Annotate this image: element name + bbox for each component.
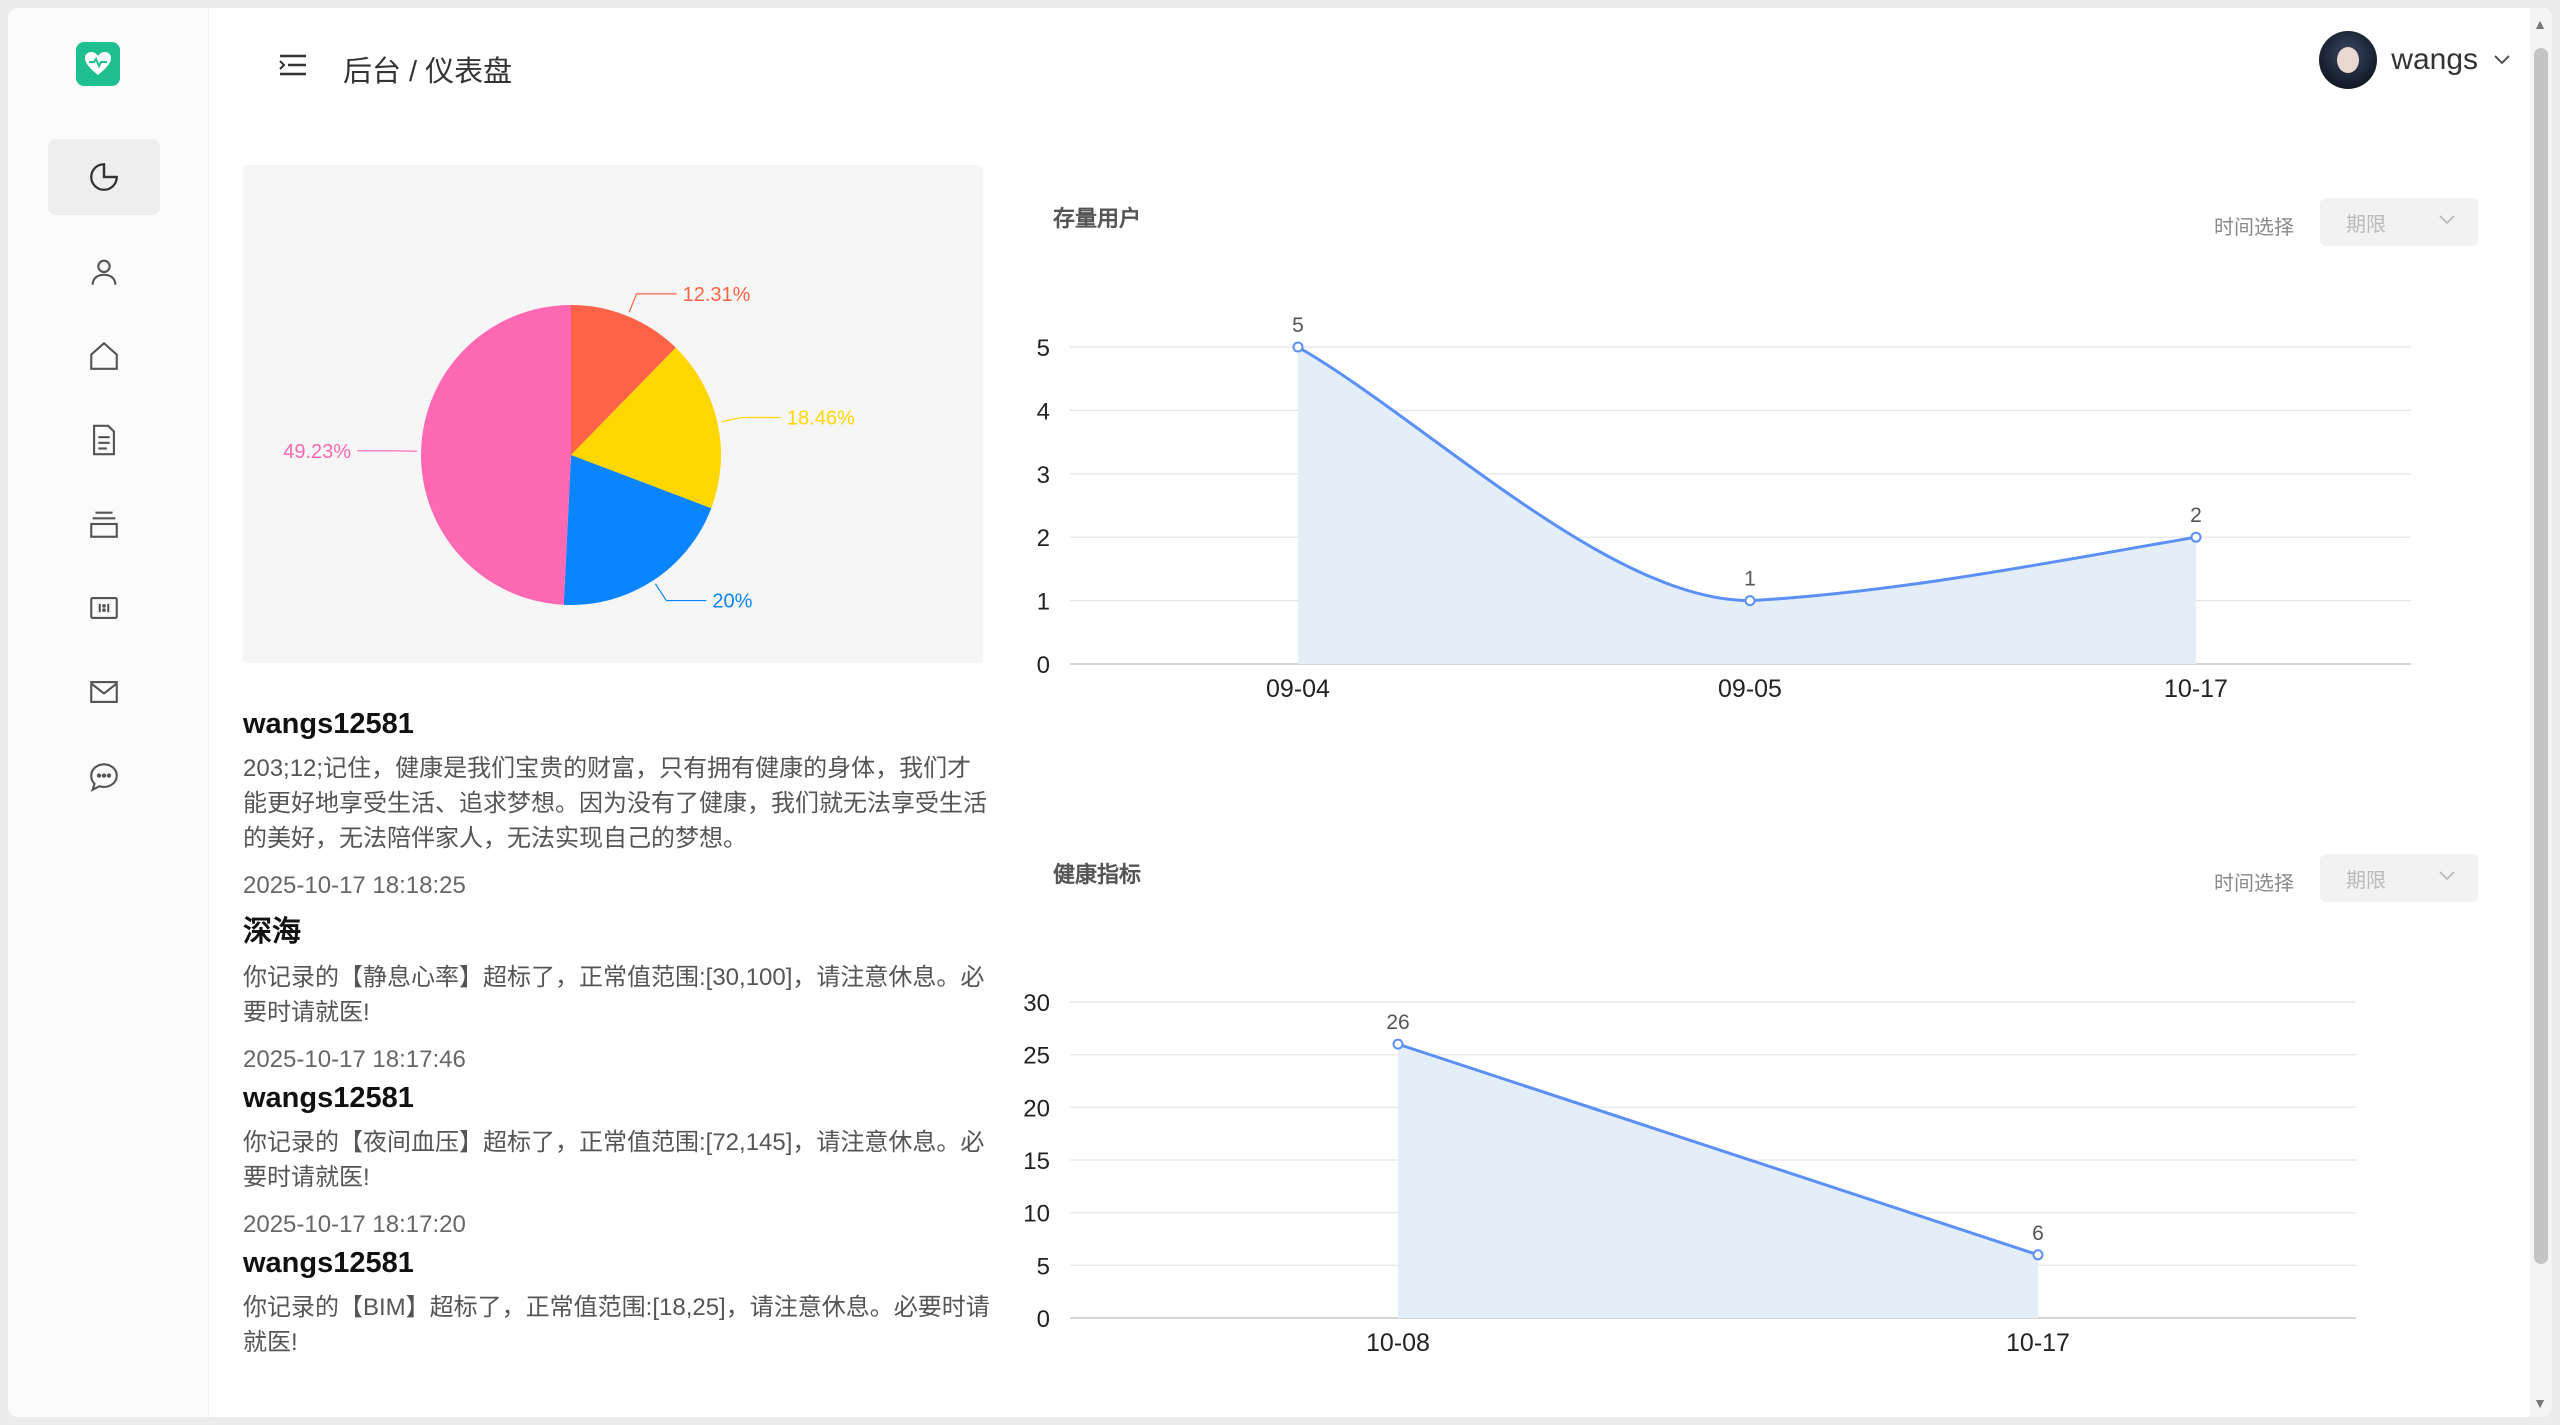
username: wangs — [2391, 43, 2478, 76]
sidebar-item-ratio[interactable] — [48, 570, 160, 646]
data-point — [1392, 1038, 1404, 1050]
x-tick-label: 10-17 — [2006, 1329, 2070, 1357]
scrollbar[interactable]: ▲ ▼ — [2530, 8, 2552, 1417]
pie-label-line — [654, 583, 707, 602]
y-tick-label: 15 — [1023, 1148, 1050, 1175]
chart-health-metrics: 健康指标 时间选择 期限 0 5 10 15 20 25 30 26 6 10-08 10-17 — [1018, 834, 2498, 1394]
pie-label-line — [628, 293, 677, 313]
feed-timestamp: 2025-10-17 18:18:25 — [243, 872, 466, 899]
y-tick-label: 1 — [1037, 589, 1050, 616]
home-icon — [90, 341, 118, 370]
pie-chart: 12.31% 18.46% 20% 49.23% — [283, 284, 855, 613]
sidebar — [8, 8, 209, 1417]
menu-fold-icon[interactable] — [278, 50, 308, 80]
y-tick-label: 4 — [1037, 398, 1050, 425]
y-tick-label: 0 — [1037, 1306, 1050, 1333]
data-label: 1 — [1744, 568, 1756, 591]
feed-username: wangs12581 — [243, 1247, 414, 1279]
data-label: 2 — [2190, 504, 2202, 527]
y-tick-label: 25 — [1023, 1043, 1050, 1070]
document-icon — [93, 424, 115, 456]
x-tick-label: 09-05 — [1718, 675, 1782, 703]
x-tick-label: 09-04 — [1266, 675, 1330, 703]
app-window: 后台 / 仪表盘 wangs 12.31% 18.46% 20% 49.23% wan… — [8, 8, 2552, 1417]
ratio-icon — [90, 597, 118, 619]
scroll-up-arrow[interactable]: ▲ — [2533, 16, 2547, 32]
area-chart: 0 5 10 15 20 25 30 26 6 10-08 10-17 — [1023, 990, 2356, 1357]
logo[interactable] — [76, 42, 120, 86]
pie-label-line — [721, 416, 781, 423]
scrollbar-thumb[interactable] — [2534, 48, 2548, 1264]
chevron-down-icon[interactable] — [2492, 53, 2512, 67]
feed-username: wangs12581 — [243, 1082, 414, 1114]
area-chart: 0 1 2 3 4 5 5 1 2 09-04 09-05 10-17 — [1037, 314, 2411, 703]
data-point — [2190, 531, 2202, 543]
y-tick-label: 0 — [1037, 652, 1050, 679]
sidebar-item-mail[interactable] — [48, 654, 160, 730]
area-fill — [1298, 347, 2196, 664]
pie-label: 12.31% — [683, 284, 751, 306]
feed-username: wangs12581 — [243, 708, 414, 740]
chat-icon — [90, 763, 118, 792]
sidebar-item-home[interactable] — [48, 318, 160, 394]
y-tick-label: 3 — [1037, 462, 1050, 489]
pie-chart-icon — [90, 163, 118, 191]
sidebar-item-dashboard[interactable] — [48, 139, 160, 215]
feed-message: 你记录的【夜间血压】超标了，正常值范围:[72,145]，请注意休息。必要时请就… — [243, 1129, 985, 1191]
chart-stock-users: 存量用户 时间选择 期限 0 1 2 3 4 5 5 1 2 09-04 09-05 10-17 — [1018, 178, 2498, 718]
x-tick-label: 10-17 — [2164, 675, 2228, 703]
top-header: 后台 / 仪表盘 wangs — [208, 8, 2552, 118]
pie-label: 18.46% — [787, 407, 855, 429]
feed-username: 深海 — [243, 916, 302, 948]
avatar[interactable] — [2319, 31, 2378, 89]
feed-message: 你记录的【静息心率】超标了，正常值范围:[30,100]，请注意休息。必要时请就… — [243, 964, 985, 1026]
y-tick-label: 30 — [1023, 990, 1050, 1017]
breadcrumb: 后台 / 仪表盘 — [343, 56, 513, 88]
feed-timestamp: 2025-10-17 18:17:20 — [243, 1211, 466, 1238]
feed-message: 203;12;记住，健康是我们宝贵的财富，只有拥有健康的身体，我们才能更好地享受… — [243, 755, 987, 852]
feed-message: 你记录的【BIM】超标了，正常值范围:[18,25]，请注意休息。必要时请就医! — [243, 1294, 990, 1356]
area-fill — [1398, 1044, 2038, 1318]
sidebar-item-layers[interactable] — [48, 486, 160, 562]
heart-pulse-icon — [85, 52, 111, 75]
data-point — [1292, 341, 1304, 353]
y-tick-label: 10 — [1023, 1201, 1050, 1228]
y-tick-label: 5 — [1037, 1253, 1050, 1280]
scroll-down-arrow[interactable]: ▼ — [2533, 1395, 2547, 1411]
data-label: 5 — [1292, 314, 1304, 337]
data-point — [2032, 1249, 2044, 1261]
y-tick-label: 20 — [1023, 1095, 1050, 1122]
pie-chart-card: 12.31% 18.46% 20% 49.23% — [243, 165, 983, 663]
user-menu[interactable]: wangs — [2319, 28, 2512, 92]
layers-icon — [90, 511, 118, 538]
y-tick-label: 2 — [1037, 525, 1050, 552]
data-point — [1744, 595, 1756, 607]
message-feed: wangs12581 203;12;记住，健康是我们宝贵的财富，只有拥有健康的身体… — [243, 708, 993, 1417]
sidebar-item-chat[interactable] — [48, 739, 160, 815]
mail-icon — [90, 681, 118, 703]
pie-label: 20% — [712, 591, 752, 613]
sidebar-item-documents[interactable] — [48, 402, 160, 478]
feed-timestamp: 2025-10-17 18:17:46 — [243, 1046, 466, 1073]
pie-slice — [420, 305, 571, 605]
x-tick-label: 10-08 — [1366, 1329, 1430, 1357]
sidebar-item-users[interactable] — [48, 234, 160, 310]
data-label: 26 — [1386, 1011, 1409, 1034]
data-label: 6 — [2032, 1222, 2044, 1245]
user-icon — [91, 259, 117, 285]
y-tick-label: 5 — [1037, 335, 1050, 362]
pie-label: 49.23% — [283, 441, 351, 463]
